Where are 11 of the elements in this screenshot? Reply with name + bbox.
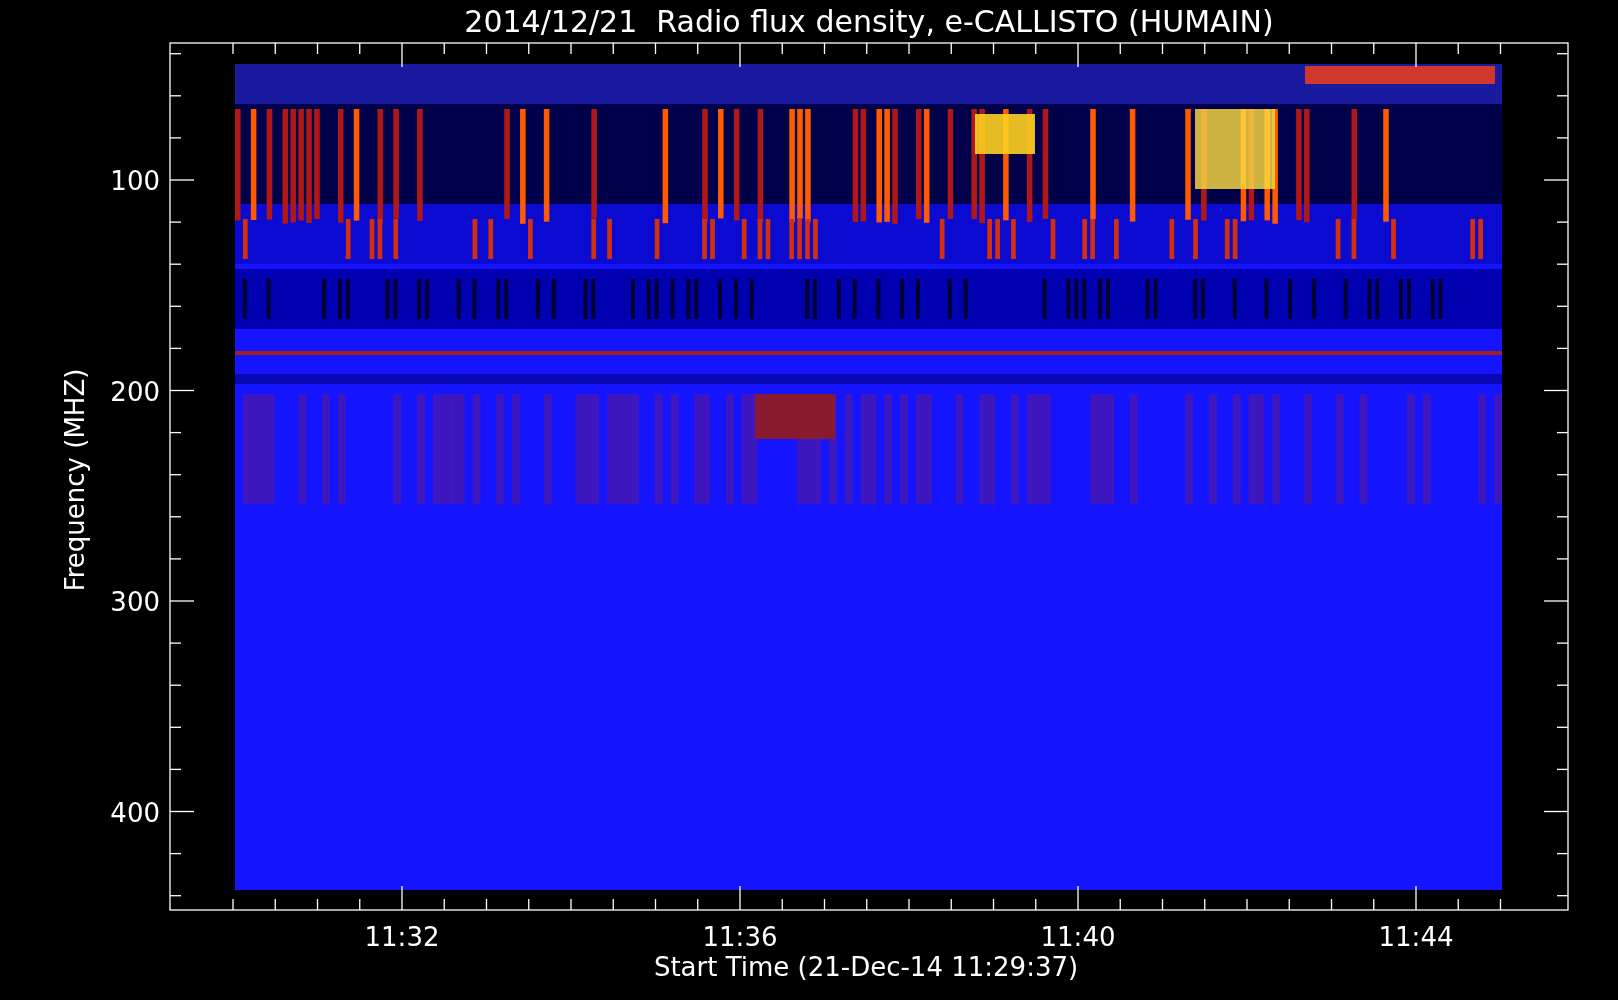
y-tick-label: 300	[110, 587, 160, 617]
y-tick-label: 100	[110, 166, 160, 196]
x-tick-label: 11:32	[364, 922, 440, 952]
x-axis-label: Start Time (21-Dec-14 11:29:37)	[653, 952, 1079, 982]
x-tick-label: 11:40	[1040, 922, 1116, 952]
x-tick-label: 11:36	[702, 922, 778, 952]
x-tick-label: 11:44	[1378, 922, 1454, 952]
y-axis-label: Frequency (MHZ)	[60, 368, 90, 592]
y-tick-label: 200	[110, 376, 160, 407]
chart-title: 2014/12/21 Radio flux density, e-CALLISTO (HUMAIN)	[464, 4, 1274, 39]
y-tick-label: 400	[110, 797, 160, 828]
